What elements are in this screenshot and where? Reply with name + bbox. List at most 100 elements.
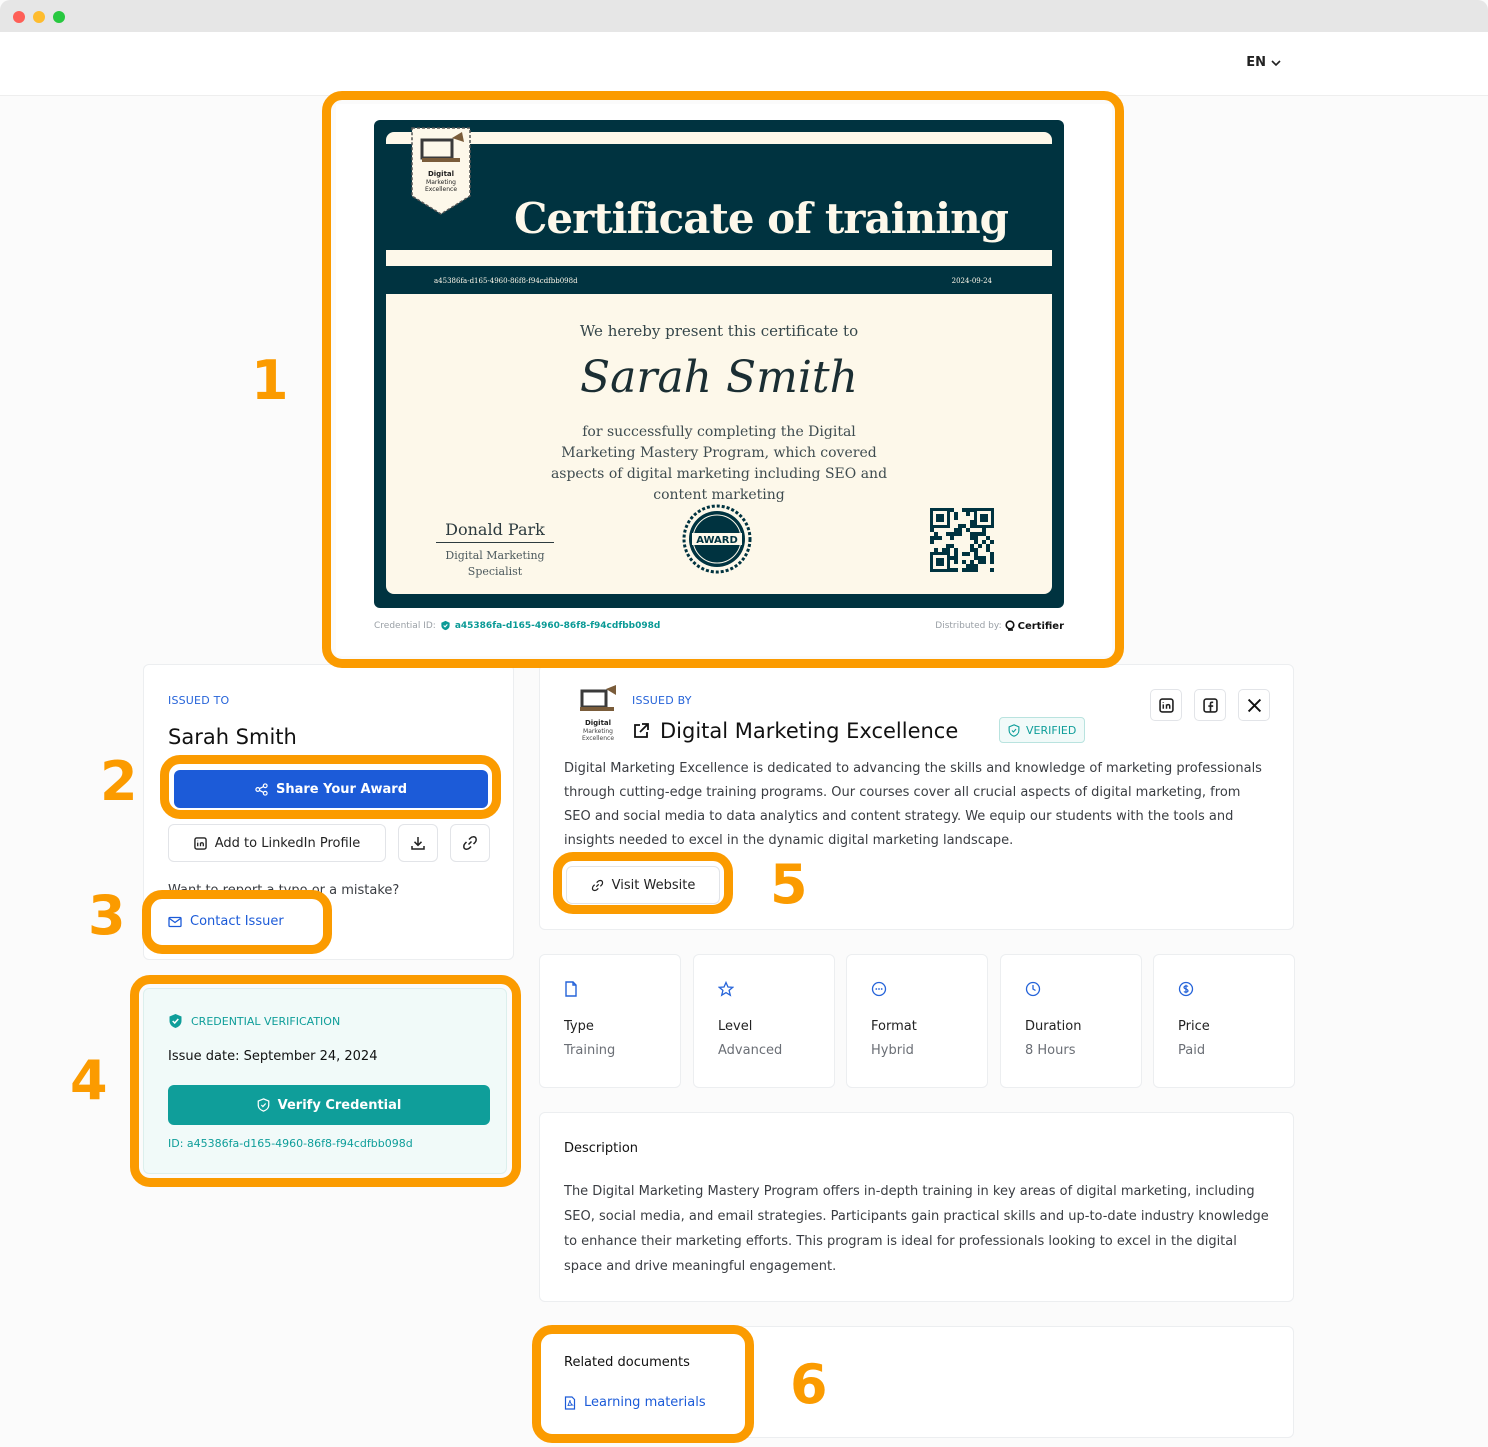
facebook-share-button[interactable]: [1194, 689, 1226, 721]
certificate-panel: Certificate of training a45386fa-d165-49…: [336, 104, 1112, 656]
badge-text-3: Excellence: [425, 186, 457, 193]
detail-duration-value: 8 Hours: [1025, 1043, 1076, 1058]
verification-header: CREDENTIAL VERIFICATION: [168, 1013, 340, 1029]
pdf-file-icon: [564, 1395, 576, 1410]
distributor-name: Certifier: [1017, 620, 1064, 632]
shield-check-icon: [441, 620, 450, 631]
detail-type-value: Training: [564, 1043, 616, 1058]
certificate-recipient: Sarah Smith: [580, 352, 858, 403]
language-label: EN: [1246, 55, 1266, 70]
issued-to-card: ISSUED TO Sarah Smith Share Your Award A…: [143, 664, 514, 960]
certificate-meta: a45386fa-d165-4960-86f8-f94cdfbb098d 202…: [386, 266, 1052, 294]
verify-credential-label: Verify Credential: [277, 1097, 402, 1113]
certificate-id-small: a45386fa-d165-4960-86f8-f94cdfbb098d: [434, 277, 578, 285]
award-seal-icon: AWARD: [682, 504, 752, 574]
mail-icon: [168, 916, 182, 927]
signer-role: Digital Marketing Specialist: [445, 549, 545, 578]
share-award-button[interactable]: Share Your Award: [174, 770, 488, 808]
download-button[interactable]: [398, 824, 438, 862]
detail-price: Price Paid: [1153, 954, 1295, 1088]
credential-verification-card: CREDENTIAL VERIFICATION Issue date: Sept…: [143, 988, 507, 1174]
detail-type: Type Training: [539, 954, 681, 1088]
learning-materials-link[interactable]: Learning materials: [564, 1395, 706, 1410]
x-share-button[interactable]: [1238, 689, 1270, 721]
visit-website-button[interactable]: Visit Website: [566, 866, 720, 904]
minimize-window-button[interactable]: [33, 11, 45, 23]
report-text: Want to report a typo or a mistake?: [168, 883, 400, 898]
linkedin-icon: [1158, 697, 1174, 713]
certificate-band: [386, 250, 1052, 266]
issuer-logo-text-2: Marketing: [583, 728, 613, 735]
learning-materials-label: Learning materials: [584, 1395, 706, 1410]
detail-duration: Duration 8 Hours: [1000, 954, 1142, 1088]
top-bar: EN: [0, 32, 1488, 96]
distributed-label: Distributed by:: [935, 621, 1002, 631]
award-text: AWARD: [696, 535, 738, 546]
verified-label: VERIFIED: [1026, 723, 1077, 737]
x-icon: [1247, 698, 1261, 712]
maximize-window-button[interactable]: [53, 11, 65, 23]
certificate-description: for successfully completing the Digital …: [550, 424, 888, 503]
share-icon: [255, 782, 268, 796]
issuer-logo-text-1: Digital: [585, 719, 611, 727]
issue-date-row: Issue date: September 24, 2024: [168, 1049, 377, 1064]
issuer-badge-icon: Digital Marketing Excellence: [411, 127, 471, 215]
badge-text-2: Marketing: [426, 179, 456, 186]
linkedin-icon: [193, 836, 207, 850]
detail-level-title: Level: [718, 1019, 753, 1034]
detail-format-value: Hybrid: [871, 1043, 914, 1058]
clock-icon: [1025, 981, 1041, 997]
credential-id-link[interactable]: a45386fa-d165-4960-86f8-f94cdfbb098d: [455, 621, 661, 631]
shield-check-icon: [169, 1014, 182, 1028]
linkedin-share-button[interactable]: [1150, 689, 1182, 721]
related-documents-card: Related documents Learning materials: [539, 1326, 1294, 1438]
certificate-image: Certificate of training a45386fa-d165-49…: [374, 120, 1064, 608]
shield-check-outline-icon: [1008, 723, 1020, 737]
link-icon: [463, 836, 477, 850]
annotation-number-1: 1: [251, 349, 289, 412]
download-icon: [411, 837, 425, 850]
issuer-about: Digital Marketing Excellence is dedicate…: [564, 761, 1262, 848]
detail-format: Format Hybrid: [846, 954, 988, 1088]
verify-credential-button[interactable]: Verify Credential: [168, 1085, 490, 1125]
detail-duration-title: Duration: [1025, 1019, 1082, 1034]
recipient-name: Sarah Smith: [168, 725, 297, 749]
certificate-date-small: 2024-09-24: [951, 277, 992, 285]
verified-badge: VERIFIED: [999, 717, 1086, 743]
related-documents-title: Related documents: [564, 1355, 690, 1370]
detail-format-title: Format: [871, 1019, 917, 1034]
issued-to-label: ISSUED TO: [168, 694, 230, 707]
credential-id-row: Credential ID: a45386fa-d165-4960-86f8-f…: [374, 620, 660, 631]
description-title: Description: [564, 1141, 639, 1156]
description-text: The Digital Marketing Mastery Program of…: [564, 1184, 1269, 1274]
issue-date-value: September 24, 2024: [243, 1049, 378, 1064]
external-link-icon: [634, 723, 649, 738]
credential-id-label: Credential ID:: [374, 620, 436, 631]
distributed-by: Distributed by: Certifier: [935, 620, 1064, 632]
add-to-linkedin-button[interactable]: Add to LinkedIn Profile: [168, 824, 386, 862]
qr-code: [930, 508, 994, 572]
add-to-linkedin-label: Add to LinkedIn Profile: [214, 835, 361, 851]
annotation-number-2: 2: [100, 750, 138, 813]
badge-text-1: Digital: [428, 170, 454, 178]
issuer-name-row[interactable]: Digital Marketing Excellence: [632, 719, 958, 743]
visit-website-label: Visit Website: [611, 877, 696, 893]
certificate-body: We hereby present this certificate to Sa…: [386, 294, 1052, 594]
copy-link-button[interactable]: [450, 824, 490, 862]
link-icon: [591, 879, 603, 891]
signer-name: Donald Park: [436, 520, 554, 543]
star-icon: [718, 981, 734, 997]
document-icon: [565, 981, 577, 997]
description-card: Description The Digital Marketing Master…: [539, 1112, 1294, 1302]
present-text: We hereby present this certificate to: [579, 322, 859, 340]
dollar-icon: [1178, 981, 1194, 997]
credential-id-text: ID: a45386fa-d165-4960-86f8-f94cdfbb098d: [168, 1137, 413, 1150]
annotation-number-6: 6: [790, 1353, 828, 1416]
contact-issuer-label: Contact Issuer: [190, 914, 284, 929]
chat-icon: [871, 981, 887, 997]
contact-issuer-button[interactable]: Contact Issuer: [168, 914, 284, 929]
detail-price-value: Paid: [1178, 1043, 1206, 1058]
close-window-button[interactable]: [13, 11, 25, 23]
chevron-down-icon: [1271, 59, 1281, 66]
language-selector[interactable]: EN: [1246, 55, 1282, 70]
